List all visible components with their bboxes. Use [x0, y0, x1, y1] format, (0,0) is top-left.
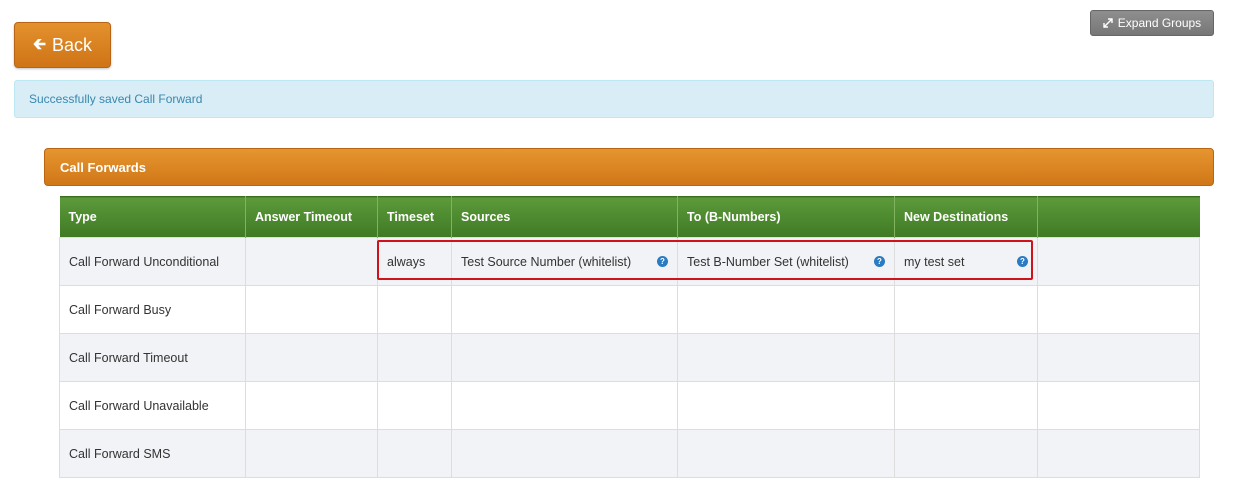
call-forwards-panel-header[interactable]: Call Forwards — [44, 148, 1214, 186]
col-header-type: Type — [59, 196, 246, 238]
cell-destinations — [894, 381, 1038, 430]
cell-actions — [1037, 285, 1200, 334]
cell-timeset — [377, 429, 452, 478]
cell-b-numbers — [677, 429, 895, 478]
cell-type: Call Forward Timeout — [59, 333, 246, 382]
col-header-actions — [1037, 196, 1200, 238]
cell-destinations — [894, 285, 1038, 334]
cell-destinations — [894, 429, 1038, 478]
cell-answer-timeout — [245, 285, 378, 334]
destinations-value: my test set — [904, 254, 965, 269]
cell-answer-timeout — [245, 333, 378, 382]
sources-value: Test Source Number (whitelist) — [461, 254, 632, 269]
table-row[interactable]: Call Forward SMS — [59, 429, 1200, 478]
cell-b-numbers — [677, 381, 895, 430]
expand-groups-button[interactable]: Expand Groups — [1090, 10, 1214, 36]
col-header-timeset: Timeset — [377, 196, 452, 238]
cell-sources: Test Source Number (whitelist) ? — [451, 237, 678, 286]
cell-destinations: my test set ? — [894, 237, 1038, 286]
cell-actions — [1037, 381, 1200, 430]
cell-actions — [1037, 237, 1200, 286]
cell-actions — [1037, 333, 1200, 382]
question-circle-icon[interactable]: ? — [874, 256, 885, 267]
expand-groups-label: Expand Groups — [1117, 16, 1202, 30]
b-numbers-value: Test B-Number Set (whitelist) — [687, 254, 849, 269]
table-row[interactable]: Call Forward Busy — [59, 285, 1200, 334]
cell-b-numbers — [677, 285, 895, 334]
cell-timeset: always — [377, 237, 452, 286]
call-forwards-table: Type Answer Timeout Timeset Sources To (… — [59, 196, 1200, 478]
cell-answer-timeout — [245, 237, 378, 286]
panel-title: Call Forwards — [60, 159, 146, 175]
col-header-sources: Sources — [451, 196, 678, 238]
table-row[interactable]: Call Forward Unconditional always Test S… — [59, 237, 1200, 286]
cell-answer-timeout — [245, 429, 378, 478]
question-circle-icon[interactable]: ? — [657, 256, 668, 267]
back-button[interactable]: 🡰 Back — [14, 22, 111, 68]
question-circle-icon[interactable]: ? — [1017, 256, 1028, 267]
cell-timeset — [377, 285, 452, 334]
table-row[interactable]: Call Forward Unavailable — [59, 381, 1200, 430]
cell-destinations — [894, 333, 1038, 382]
cell-type: Call Forward SMS — [59, 429, 246, 478]
cell-sources — [451, 333, 678, 382]
expand-icon — [1103, 18, 1113, 28]
cell-answer-timeout — [245, 381, 378, 430]
arrow-left-icon: 🡰 — [33, 36, 46, 53]
back-label: Back — [51, 34, 92, 55]
cell-timeset — [377, 381, 452, 430]
cell-type: Call Forward Unconditional — [59, 237, 246, 286]
col-header-b-numbers: To (B-Numbers) — [677, 196, 895, 238]
cell-actions — [1037, 429, 1200, 478]
cell-sources — [451, 285, 678, 334]
col-header-new-destinations: New Destinations — [894, 196, 1038, 238]
cell-timeset — [377, 333, 452, 382]
alert-message: Successfully saved Call Forward — [29, 92, 203, 106]
col-header-answer-timeout: Answer Timeout — [245, 196, 378, 238]
cell-b-numbers: Test B-Number Set (whitelist) ? — [677, 237, 895, 286]
cell-type: Call Forward Busy — [59, 285, 246, 334]
table-row[interactable]: Call Forward Timeout — [59, 333, 1200, 382]
cell-sources — [451, 429, 678, 478]
cell-sources — [451, 381, 678, 430]
cell-type: Call Forward Unavailable — [59, 381, 246, 430]
cell-b-numbers — [677, 333, 895, 382]
table-header-row: Type Answer Timeout Timeset Sources To (… — [59, 196, 1200, 238]
success-alert: Successfully saved Call Forward — [14, 80, 1214, 118]
